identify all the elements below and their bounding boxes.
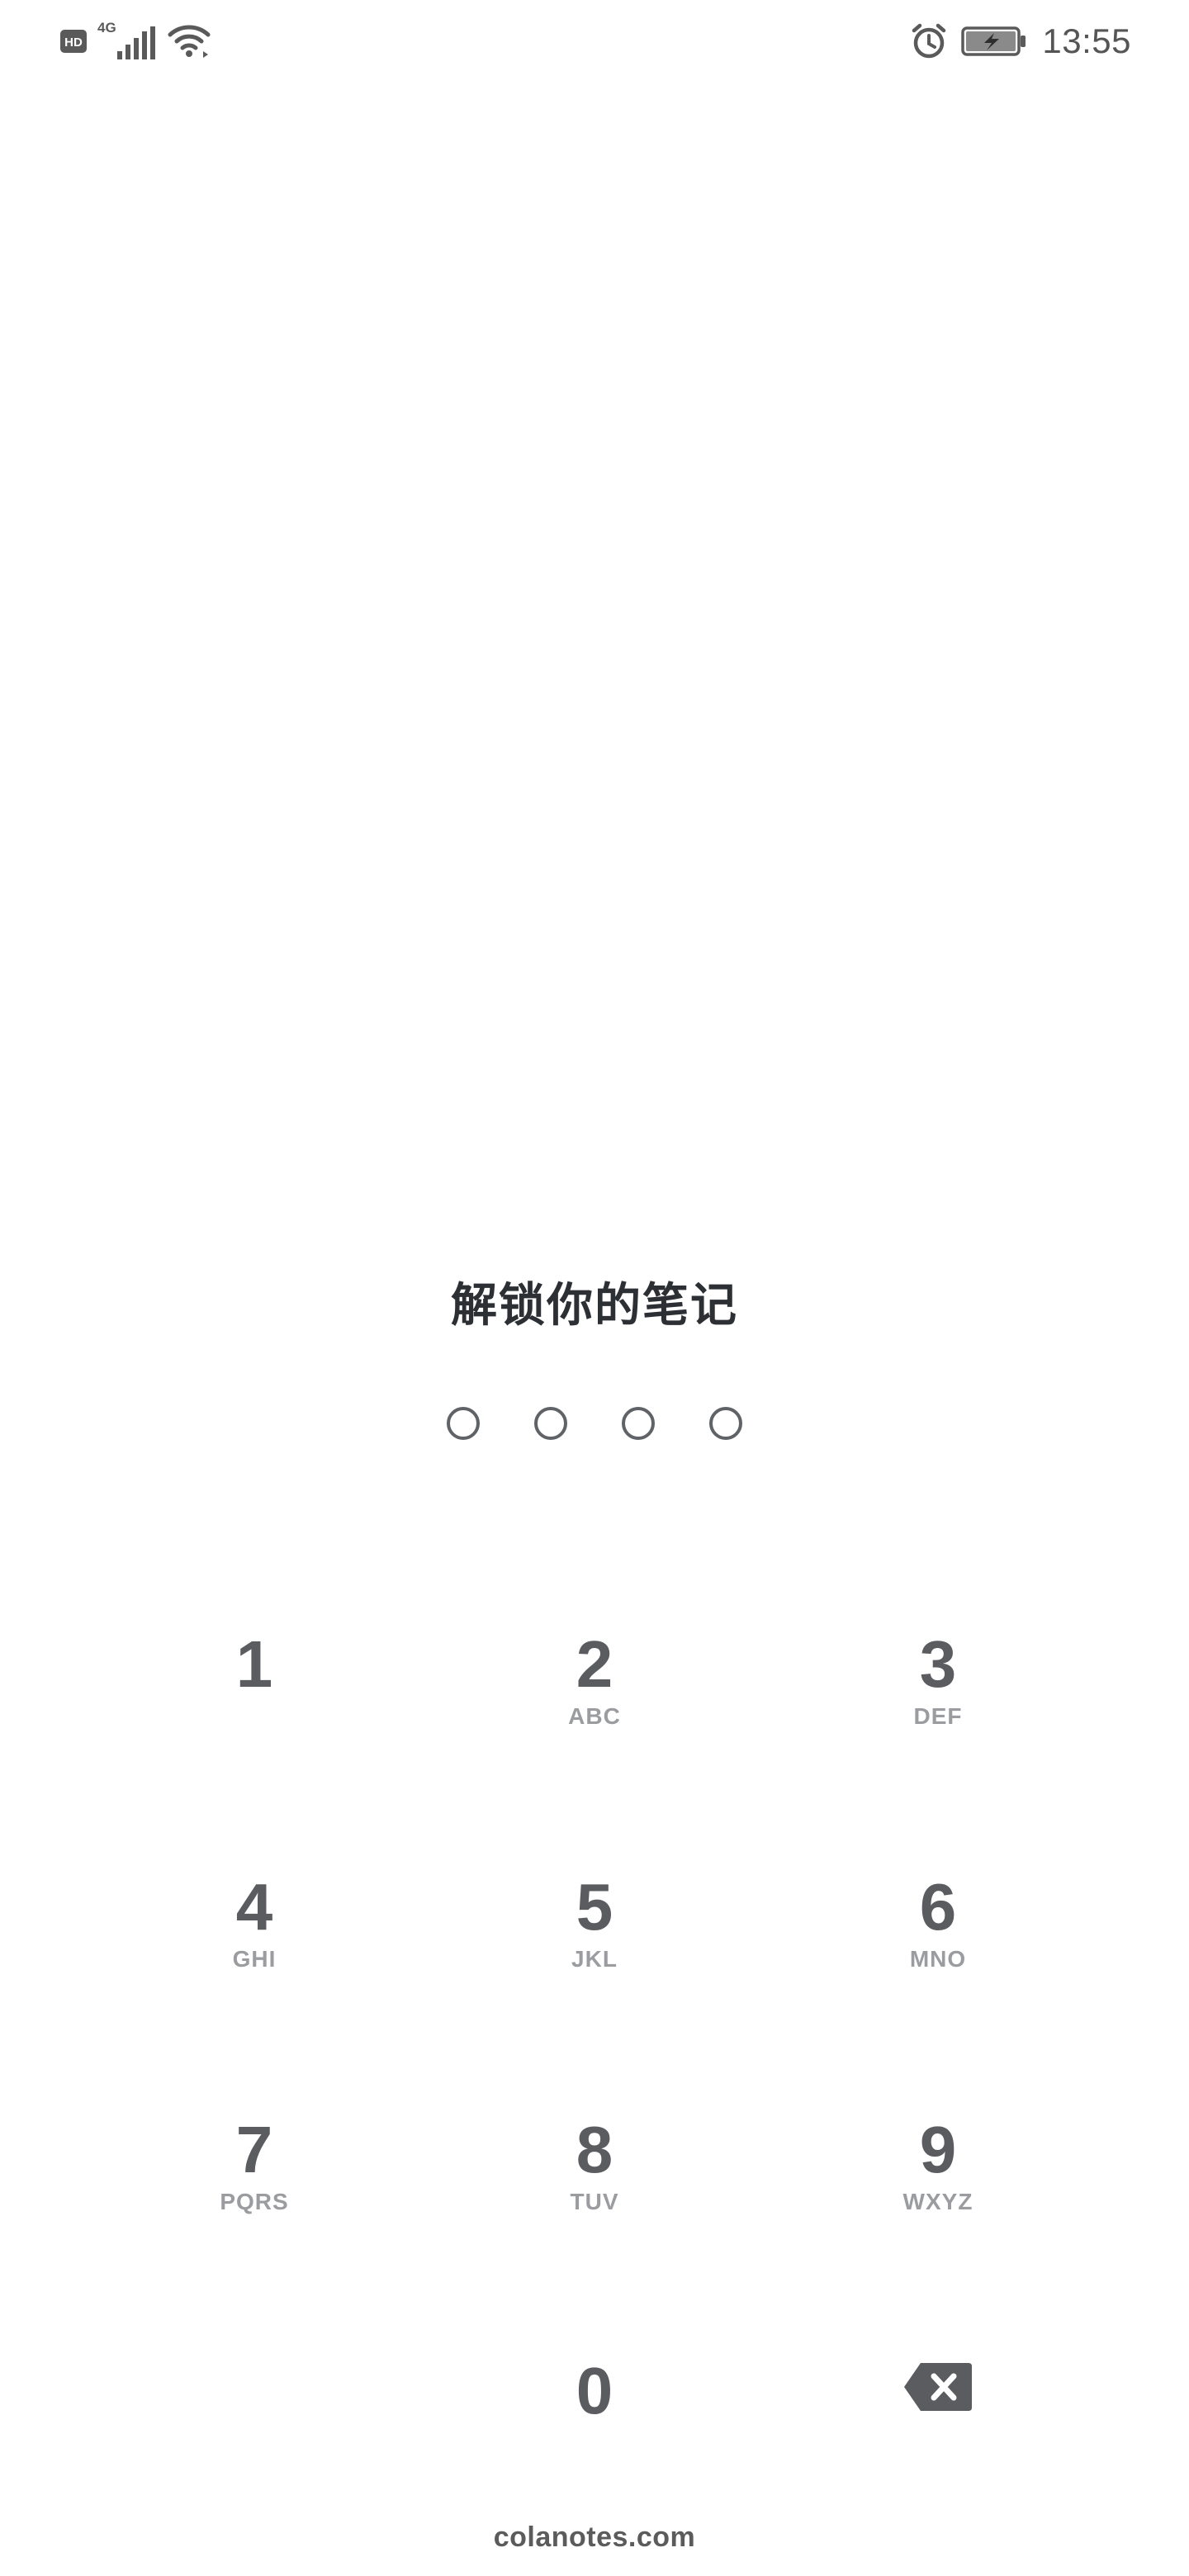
- key-letters: ABC: [568, 1703, 621, 1729]
- key-digit: 9: [919, 2113, 957, 2186]
- key-letters: WXYZ: [902, 2189, 973, 2214]
- key-digit: 6: [919, 1870, 957, 1944]
- footer-domain: colanotes.com: [493, 2522, 696, 2553]
- clock: 13:55: [1042, 21, 1131, 60]
- key-2[interactable]: 2 ABC: [446, 1585, 743, 1783]
- key-letters: MNO: [909, 1946, 967, 1972]
- key-letters: DEF: [913, 1703, 963, 1729]
- key-digit: 8: [576, 2113, 613, 2186]
- key-digit: 7: [235, 2113, 273, 2186]
- pin-dot: [447, 1407, 480, 1440]
- pin-dot: [709, 1407, 742, 1440]
- status-bar-left: HD 4G: [59, 20, 213, 63]
- key-digit: 4: [235, 1870, 273, 1944]
- pin-dot: [622, 1407, 655, 1440]
- key-4[interactable]: 4 GHI: [106, 1828, 403, 2026]
- status-bar: HD 4G 13:55: [0, 0, 1189, 83]
- key-digit: 2: [576, 1627, 613, 1701]
- key-letters: PQRS: [220, 2189, 289, 2214]
- signal-icon: 4G: [97, 20, 159, 63]
- key-letters: GHI: [232, 1946, 277, 1972]
- key-1[interactable]: 1: [106, 1585, 403, 1783]
- key-letters: JKL: [571, 1946, 618, 1972]
- battery-charging-icon: [961, 26, 1026, 56]
- key-7[interactable]: 7 PQRS: [106, 2071, 403, 2269]
- unlock-title: 解锁你的笔记: [451, 1279, 738, 1331]
- key-0[interactable]: 0: [446, 2312, 743, 2510]
- pin-indicator: [0, 1407, 1189, 1440]
- wifi-icon: [168, 25, 211, 58]
- key-digit: 0: [576, 2354, 613, 2427]
- key-digit: 3: [919, 1627, 957, 1701]
- key-6[interactable]: 6 MNO: [789, 1828, 1087, 2026]
- pin-dot: [534, 1407, 567, 1440]
- key-9[interactable]: 9 WXYZ: [789, 2071, 1087, 2269]
- key-letters: TUV: [570, 2189, 619, 2214]
- backspace-button[interactable]: [789, 2312, 1087, 2510]
- status-bar-right: 13:55: [910, 20, 1131, 63]
- key-digit: 1: [235, 1627, 273, 1701]
- alarm-icon: [912, 23, 946, 59]
- key-5[interactable]: 5 JKL: [446, 1828, 743, 2026]
- key-8[interactable]: 8 TUV: [446, 2071, 743, 2269]
- key-3[interactable]: 3 DEF: [789, 1585, 1087, 1783]
- hd-icon: HD: [60, 30, 87, 53]
- backspace-icon: [904, 2363, 972, 2411]
- network-type-label: 4G: [97, 20, 116, 36]
- key-digit: 5: [576, 1870, 613, 1944]
- svg-text:HD: HD: [64, 36, 83, 50]
